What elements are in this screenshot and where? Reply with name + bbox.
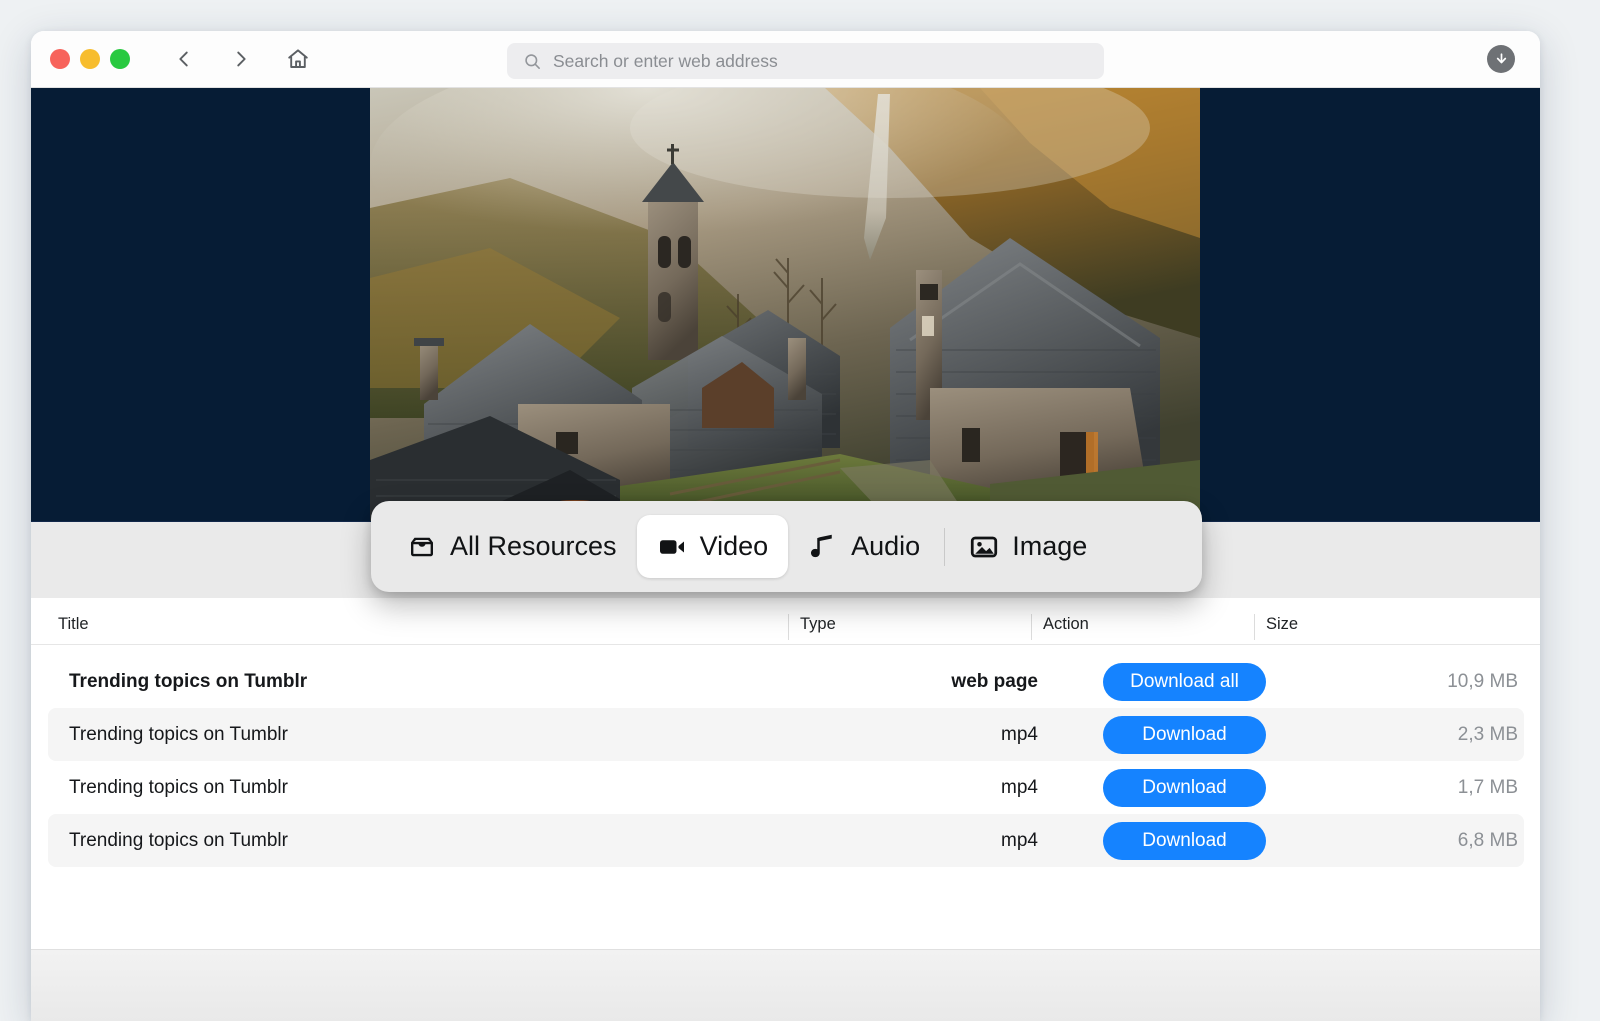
- minimize-button[interactable]: [80, 49, 100, 69]
- picture-icon: [969, 532, 999, 562]
- filter-tab-audio[interactable]: Audio: [788, 515, 940, 578]
- row-action: Download: [1103, 821, 1266, 860]
- downloads-button[interactable]: [1487, 45, 1515, 73]
- filter-tab-all-resources[interactable]: All Resources: [387, 515, 637, 578]
- row-title: Trending topics on Tumblr: [69, 776, 288, 798]
- download-button[interactable]: Download: [1103, 821, 1266, 860]
- row-size: 6,8 MB: [1457, 829, 1518, 851]
- filter-tab-label: Video: [699, 531, 769, 561]
- window-controls: [50, 49, 130, 69]
- column-header-title[interactable]: Title: [58, 615, 89, 644]
- download-arrow-icon: [1496, 52, 1506, 63]
- row-type: mp4: [1001, 723, 1038, 745]
- search-box[interactable]: [507, 43, 1104, 79]
- music-icon: [808, 532, 838, 562]
- inbox-icon: [407, 532, 437, 562]
- column-header-type[interactable]: Type: [788, 615, 836, 644]
- column-header-size[interactable]: Size: [1254, 615, 1298, 644]
- row-title: Trending topics on Tumblr: [69, 723, 288, 745]
- row-type: mp4: [1001, 829, 1038, 851]
- table-row[interactable]: Trending topics on Tumblr web page Downl…: [48, 655, 1524, 708]
- hero-image: [370, 88, 1200, 521]
- row-action: Download: [1103, 768, 1266, 807]
- table-row[interactable]: Trending topics on Tumblr mp4 Download 6…: [48, 814, 1524, 867]
- chevron-right-icon: [237, 51, 246, 67]
- filter-tab-label: Audio: [851, 531, 921, 561]
- row-size: 10,9 MB: [1447, 670, 1518, 692]
- row-action: Download all: [1103, 662, 1266, 701]
- download-button[interactable]: Download: [1103, 715, 1266, 754]
- forward-button[interactable]: [224, 42, 258, 76]
- search-input[interactable]: [553, 50, 1104, 72]
- resource-filter-bar: All Resources Video Audio Image: [371, 501, 1202, 592]
- column-header-action[interactable]: Action: [1031, 615, 1089, 644]
- filter-tab-label: Image: [1012, 531, 1088, 561]
- resource-table: Title Type Action Size Trending topics o…: [31, 598, 1540, 867]
- row-type: web page: [951, 670, 1038, 692]
- address-bar[interactable]: [507, 43, 1104, 79]
- home-button[interactable]: [281, 42, 315, 76]
- row-action: Download: [1103, 715, 1266, 754]
- download-button[interactable]: Download: [1103, 768, 1266, 807]
- chevron-left-icon: [179, 51, 188, 67]
- status-bar: [31, 949, 1540, 1021]
- page-hero: [31, 88, 1540, 521]
- video-icon: [657, 532, 687, 562]
- navigation-buttons: [167, 42, 315, 76]
- maximize-button[interactable]: [110, 49, 130, 69]
- search-icon: [523, 52, 542, 71]
- table-body: Trending topics on Tumblr web page Downl…: [31, 645, 1540, 867]
- tab-divider: [944, 527, 946, 566]
- browser-window: All Resources Video Audio: [31, 31, 1540, 1021]
- table-header-row: Title Type Action Size: [31, 598, 1540, 645]
- alpine-village-photo: [370, 88, 1200, 521]
- table-row[interactable]: Trending topics on Tumblr mp4 Download 1…: [48, 761, 1524, 814]
- filter-tab-video[interactable]: Video: [636, 515, 789, 578]
- home-icon: [288, 49, 308, 68]
- row-size: 1,7 MB: [1457, 776, 1518, 798]
- filter-tab-image[interactable]: Image: [949, 515, 1107, 578]
- row-size: 2,3 MB: [1457, 723, 1518, 745]
- filter-tab-label: All Resources: [450, 531, 617, 561]
- browser-toolbar: [31, 31, 1540, 88]
- table-row[interactable]: Trending topics on Tumblr mp4 Download 2…: [48, 708, 1524, 761]
- row-title: Trending topics on Tumblr: [69, 829, 288, 851]
- row-type: mp4: [1001, 776, 1038, 798]
- row-title: Trending topics on Tumblr: [69, 670, 308, 692]
- close-button[interactable]: [50, 49, 70, 69]
- download-all-button[interactable]: Download all: [1103, 662, 1266, 701]
- back-button[interactable]: [167, 42, 201, 76]
